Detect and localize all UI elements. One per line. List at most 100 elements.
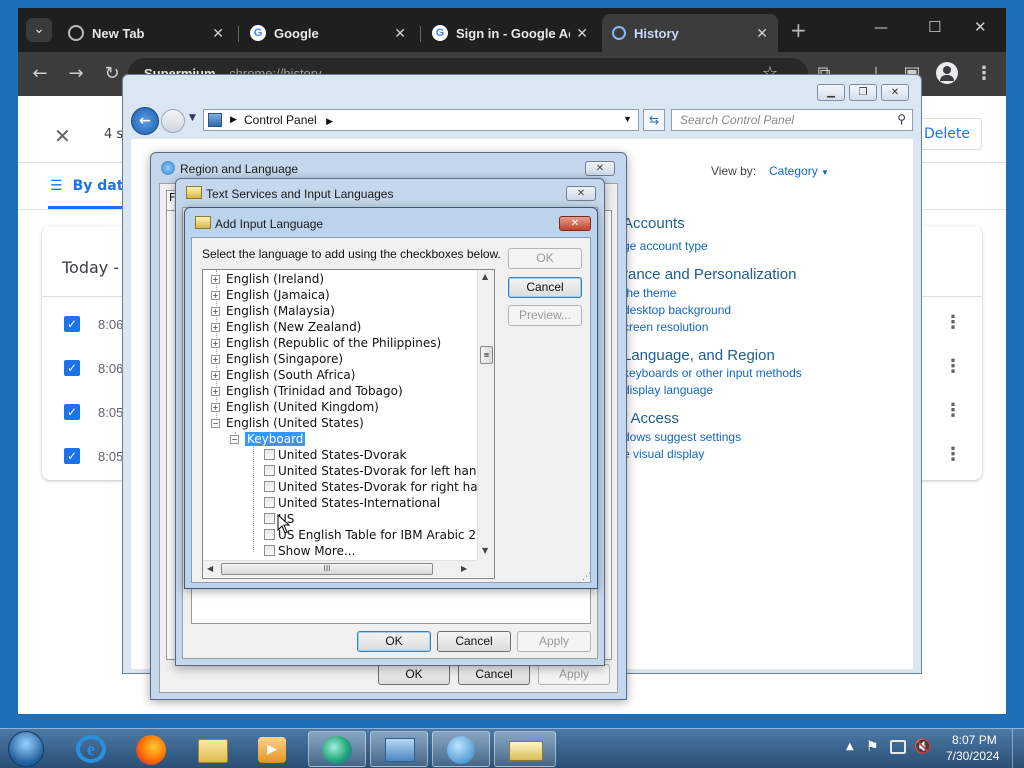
start-orb[interactable] xyxy=(8,731,44,767)
scroll-right-icon[interactable]: ▶ xyxy=(461,564,467,573)
close-window-button[interactable]: ✕ xyxy=(881,84,909,101)
row-menu-icon[interactable]: ⋮ xyxy=(944,356,962,377)
close-selection-icon[interactable]: ✕ xyxy=(54,124,71,148)
expand-icon[interactable]: + xyxy=(211,275,220,284)
address-bar[interactable]: ▶ Control Panel ▶ ▼ xyxy=(203,109,639,131)
show-hidden-icons[interactable]: ▲ xyxy=(846,741,854,752)
tree-item[interactable]: + English (Jamaica) xyxy=(211,287,330,303)
close-tab-icon[interactable]: ✕ xyxy=(756,25,768,42)
clock-date[interactable]: 7/30/2024 xyxy=(946,749,999,763)
expand-icon[interactable]: + xyxy=(211,323,220,332)
taskbar-item-ie[interactable]: e xyxy=(62,731,120,767)
tree-item[interactable]: United States-Dvorak for left hand xyxy=(264,463,484,479)
close-tab-icon[interactable]: ✕ xyxy=(394,25,406,42)
minimize-button[interactable]: — xyxy=(874,20,888,36)
scroll-up-icon[interactable]: ▲ xyxy=(482,272,488,281)
ok-button[interactable]: OK xyxy=(508,248,582,269)
reload-icon[interactable]: ↻ xyxy=(100,62,124,86)
collapse-icon[interactable]: − xyxy=(211,419,220,428)
close-tab-icon[interactable]: ✕ xyxy=(212,25,224,42)
clock-time[interactable]: 8:07 PM xyxy=(952,733,997,747)
checkbox[interactable] xyxy=(264,449,275,460)
checkbox[interactable] xyxy=(264,545,275,556)
refresh-icon[interactable]: ⇆ xyxy=(643,109,665,131)
taskbar-item-explorer[interactable] xyxy=(184,731,242,767)
tree-item[interactable]: + English (Republic of the Philippines) xyxy=(211,335,441,351)
taskbar-item-firefox[interactable] xyxy=(122,731,180,767)
maximize-button[interactable]: ☐ xyxy=(928,18,941,36)
search-input[interactable]: Search Control Panel ⚲ xyxy=(671,109,913,131)
language-tree[interactable]: + English (Ireland) + English (Jamaica) + E… xyxy=(202,269,495,579)
collapse-icon[interactable]: − xyxy=(230,435,239,444)
taskbar-item-network[interactable] xyxy=(432,731,490,767)
expand-icon[interactable]: + xyxy=(211,307,220,316)
taskbar-item-control-panel[interactable] xyxy=(370,731,428,767)
volume-muted-icon[interactable]: 🔇 xyxy=(914,739,931,755)
tree-item[interactable]: + English (Singapore) xyxy=(211,351,343,367)
tab-sign-in[interactable]: G Sign in - Google Acc ✕ xyxy=(422,14,598,52)
close-window-button[interactable]: ✕ xyxy=(974,18,987,36)
apply-button[interactable]: Apply xyxy=(538,664,610,685)
tab-search-button[interactable]: ⌄ xyxy=(26,18,52,42)
cancel-button[interactable]: Cancel xyxy=(508,277,582,298)
apply-button[interactable]: Apply xyxy=(517,631,591,652)
forward-icon[interactable]: → xyxy=(64,62,88,86)
close-icon[interactable]: ✕ xyxy=(566,186,596,201)
section-link[interactable]: keyboards or other input methods xyxy=(623,366,802,380)
section-heading[interactable]: Language, and Region xyxy=(623,347,775,364)
preview-button[interactable]: Preview... xyxy=(508,305,582,326)
show-desktop-button[interactable] xyxy=(1012,729,1024,768)
section-heading[interactable]: f Access xyxy=(623,410,679,427)
section-link[interactable]: the theme xyxy=(623,286,676,300)
restore-button[interactable]: ❐ xyxy=(849,84,877,101)
taskbar-item-edge[interactable] xyxy=(308,731,366,767)
section-heading[interactable]: Accounts xyxy=(623,215,685,232)
tree-item[interactable]: + English (Ireland) xyxy=(211,271,324,287)
cancel-button[interactable]: Cancel xyxy=(458,664,530,685)
profile-icon[interactable] xyxy=(936,62,958,84)
tree-item[interactable]: United States-International xyxy=(264,495,440,511)
expand-icon[interactable]: + xyxy=(211,371,220,380)
tree-item[interactable]: + English (New Zealand) xyxy=(211,319,361,335)
checkbox[interactable] xyxy=(264,529,275,540)
back-icon[interactable]: ← xyxy=(28,62,52,86)
expand-icon[interactable]: + xyxy=(211,355,220,364)
section-link[interactable]: e visual display xyxy=(623,447,704,461)
tree-item-keyboard[interactable]: − Keyboard xyxy=(230,431,306,447)
taskbar-item-media-player[interactable]: ▶ xyxy=(244,731,302,767)
expand-icon[interactable]: + xyxy=(211,387,220,396)
tree-item[interactable]: Show More... xyxy=(264,543,355,559)
tree-item[interactable]: − English (United States) xyxy=(211,415,364,431)
tab-history[interactable]: History ✕ xyxy=(602,14,778,52)
row-checkbox[interactable]: ✓ xyxy=(64,316,80,332)
row-menu-icon[interactable]: ⋮ xyxy=(944,444,962,465)
horizontal-scrollbar[interactable]: ◀ III ▶ xyxy=(203,560,477,577)
minimize-button[interactable]: ▁ xyxy=(817,84,845,101)
resize-grip-icon[interactable]: ⋰ xyxy=(582,572,591,582)
tab-by-date[interactable]: ☰ By date xyxy=(50,178,133,208)
tree-item[interactable]: + English (South Africa) xyxy=(211,367,355,383)
section-link[interactable]: creen resolution xyxy=(623,320,708,334)
row-checkbox[interactable]: ✓ xyxy=(64,448,80,464)
section-link[interactable]: desktop background xyxy=(623,303,731,317)
chevron-down-icon[interactable]: ▼ xyxy=(623,114,632,124)
tree-item[interactable]: United States-Dvorak for right hand xyxy=(264,479,493,495)
chevron-down-icon[interactable]: ▼ xyxy=(189,113,196,123)
scroll-thumb[interactable]: III xyxy=(221,563,433,575)
menu-icon[interactable]: ⋮ xyxy=(972,62,996,86)
forward-icon[interactable] xyxy=(161,109,185,133)
expand-icon[interactable]: + xyxy=(211,291,220,300)
checkbox[interactable] xyxy=(264,497,275,508)
tab-new-tab[interactable]: New Tab ✕ xyxy=(58,14,234,52)
expand-icon[interactable]: + xyxy=(211,403,220,412)
row-menu-icon[interactable]: ⋮ xyxy=(944,312,962,333)
checkbox[interactable] xyxy=(264,465,275,476)
flag-icon[interactable]: ⚑ xyxy=(866,739,879,755)
ok-button[interactable]: OK xyxy=(378,664,450,685)
checkbox[interactable] xyxy=(264,481,275,492)
tree-item[interactable]: + English (United Kingdom) xyxy=(211,399,379,415)
ok-button[interactable]: OK xyxy=(357,631,431,652)
close-icon[interactable]: ✕ xyxy=(559,216,591,231)
scroll-thumb[interactable]: ≡ xyxy=(480,346,493,364)
back-icon[interactable]: ← xyxy=(131,107,159,135)
